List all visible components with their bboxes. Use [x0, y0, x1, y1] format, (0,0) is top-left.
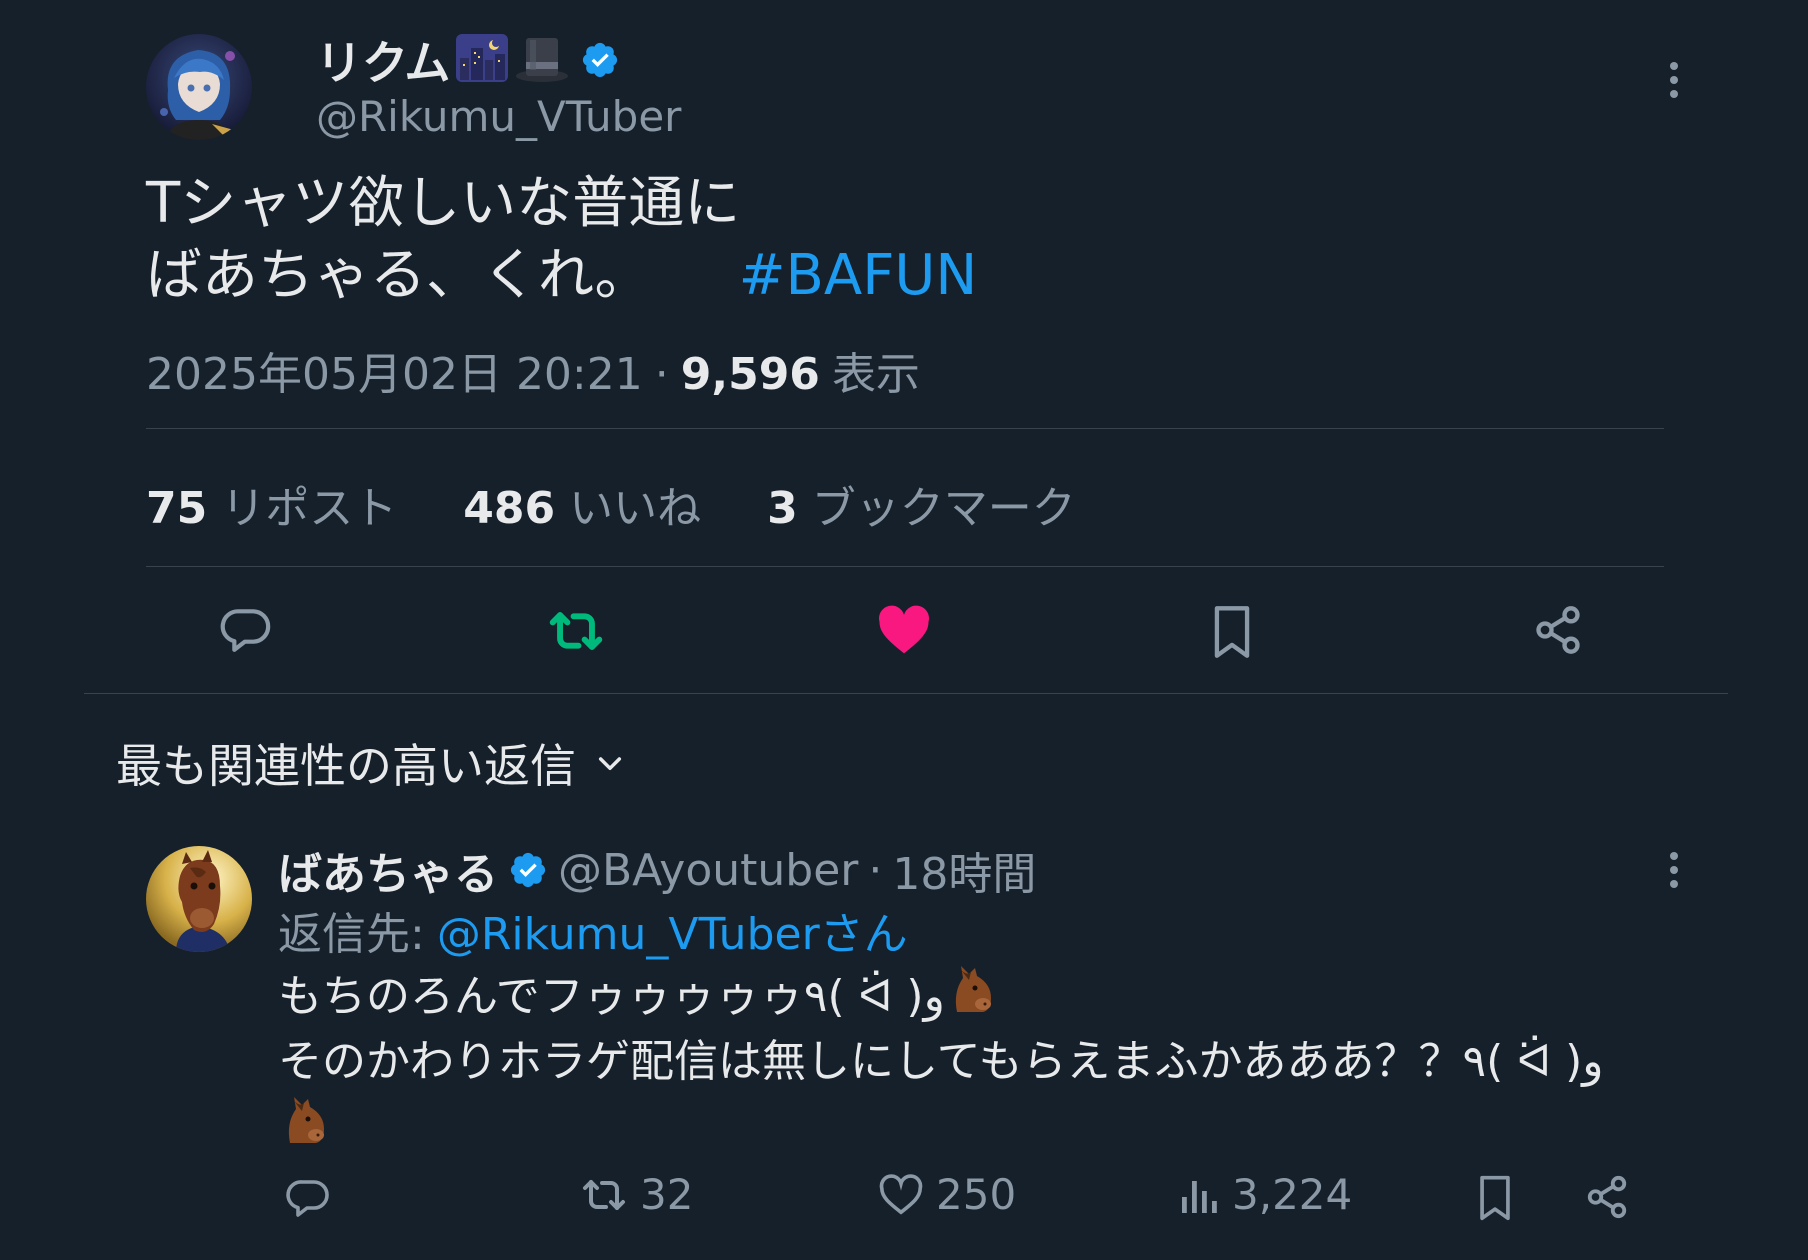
- reposts-label: リポスト: [221, 483, 398, 534]
- reply-text-line: そのかわりホラゲ配信は無しにしてもらえまふかあああ？？٩( ᐛ )و: [278, 1036, 1604, 1087]
- like-icon[interactable]: [876, 604, 932, 656]
- view-label: 表示: [831, 349, 920, 400]
- view-count: 9,596: [680, 349, 820, 400]
- reply-timestamp[interactable]: 18時間: [892, 838, 1036, 902]
- author-name-row[interactable]: リクム: [316, 32, 620, 90]
- reply-icon[interactable]: [284, 1174, 332, 1222]
- reply-to-line: 返信先: @Rikumu_VTuberさん: [278, 898, 908, 962]
- sort-label: 最も関連性の高い返信: [116, 739, 576, 793]
- analytics-icon: [1178, 1173, 1218, 1217]
- horse-face-emoji: [945, 962, 997, 1031]
- like-button[interactable]: 250: [878, 1170, 1016, 1219]
- city-night-emoji: [454, 32, 510, 88]
- reply-to-handle-link[interactable]: @Rikumu_VTuberさん: [437, 898, 908, 962]
- tweet-stats: 75 リポスト 486 いいね 3 ブックマーク: [146, 472, 1076, 536]
- sort-dropdown[interactable]: 最も関連性の高い返信: [116, 730, 626, 796]
- bookmark-icon[interactable]: [1476, 1174, 1514, 1222]
- repost-count: 32: [640, 1170, 694, 1219]
- author-avatar[interactable]: [146, 34, 252, 140]
- reposts-count: 75: [146, 483, 208, 534]
- divider: [146, 566, 1664, 567]
- reply-author-avatar[interactable]: [146, 846, 252, 952]
- like-icon: [878, 1173, 924, 1217]
- meta-separator: ·: [654, 349, 669, 400]
- divider: [84, 693, 1728, 694]
- repost-icon[interactable]: [546, 604, 606, 658]
- reply-header: ばあちゃる @BAyoutuber · 18時間: [278, 838, 1036, 902]
- tweet-meta: 2025年05月02日 20:21 · 9,596 表示: [146, 338, 920, 402]
- share-icon[interactable]: [1584, 1174, 1630, 1220]
- views-button[interactable]: 3,224: [1178, 1170, 1352, 1219]
- like-count: 250: [936, 1170, 1017, 1219]
- bookmarks-count: 3: [767, 483, 798, 534]
- views-count: 3,224: [1232, 1170, 1353, 1219]
- author-handle[interactable]: @Rikumu_VTuber: [316, 92, 681, 141]
- tweet-text-line: ばあちゃる、くれ。: [146, 243, 651, 308]
- bookmarks-stat[interactable]: 3 ブックマーク: [767, 472, 1076, 536]
- divider: [146, 428, 1664, 429]
- horse-face-emoji: [278, 1093, 330, 1162]
- likes-count: 486: [463, 483, 556, 534]
- meta-separator: ·: [868, 844, 883, 896]
- repost-icon: [580, 1173, 628, 1217]
- more-options-icon[interactable]: [1660, 58, 1688, 102]
- author-name[interactable]: リクム: [316, 27, 450, 93]
- tweet-timestamp[interactable]: 2025年05月02日 20:21: [146, 338, 643, 402]
- bookmarks-label: ブックマーク: [811, 483, 1076, 534]
- reply-to-label: 返信先:: [278, 909, 425, 960]
- verified-badge-icon[interactable]: [508, 850, 548, 890]
- likes-label: いいね: [569, 483, 702, 534]
- reply-text-line: もちのろんでフゥゥゥゥゥ٩( ᐛ )و: [278, 970, 945, 1022]
- top-hat-emoji: [514, 32, 570, 88]
- reply-author-handle[interactable]: @BAyoutuber: [558, 845, 858, 896]
- more-options-icon[interactable]: [1660, 848, 1688, 892]
- reply-author-name[interactable]: ばあちゃる: [278, 838, 498, 902]
- reply-actions: 32 250 3,224: [278, 1170, 1638, 1230]
- share-icon[interactable]: [1532, 604, 1584, 656]
- tweet-text-line: Tシャツ欲しいな普通に: [146, 171, 741, 236]
- repost-button[interactable]: 32: [580, 1170, 693, 1219]
- likes-stat[interactable]: 486 いいね: [463, 472, 701, 536]
- verified-badge-icon[interactable]: [580, 40, 620, 80]
- reply-text: もちのろんでフゥゥゥゥゥ٩( ᐛ )و そのかわりホラゲ配信は無しにしてもらえま…: [278, 962, 1668, 1162]
- hashtag-link[interactable]: #BAFUN: [739, 240, 978, 312]
- chevron-down-icon: [594, 747, 626, 779]
- tweet-text: Tシャツ欲しいな普通に ばあちゃる、くれ。 #BAFUN: [146, 168, 977, 312]
- bookmark-icon[interactable]: [1210, 604, 1254, 660]
- reply-icon[interactable]: [218, 602, 274, 658]
- reposts-stat[interactable]: 75 リポスト: [146, 472, 397, 536]
